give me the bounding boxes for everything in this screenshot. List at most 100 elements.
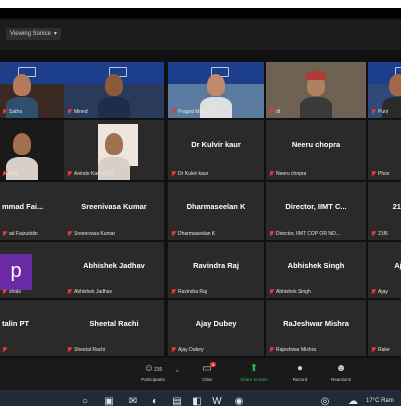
muted-mic-icon [371, 109, 376, 115]
participant-label: Director, IIMT COP OR NO... [269, 231, 340, 237]
search-icon[interactable]: ○ [78, 396, 92, 406]
edge-browser-icon[interactable]: ◐ [148, 396, 162, 406]
participant-tile[interactable]: Aj Ajay [368, 242, 401, 298]
participant-label: Neeru chopra [269, 171, 306, 177]
person-head [207, 74, 225, 97]
participant-tile[interactable]: RaJeshwar Mishra Rajeshwar Mishra [266, 300, 366, 356]
chat-button[interactable]: ▭ 6 Chat [190, 362, 224, 388]
mail-icon[interactable]: ✉ [126, 396, 140, 406]
participant-label: Phos [371, 171, 389, 177]
participant-tile[interactable]: Ajay Dubey Ajay Dubey [168, 300, 264, 356]
participant-label: Rake [371, 347, 390, 353]
muted-mic-icon [269, 171, 274, 177]
participant-tile[interactable]: Anindo Kaur DCR [64, 120, 164, 180]
participants-button[interactable]: ☺235 Participants [136, 364, 170, 388]
chrome-icon[interactable]: ◎ [318, 396, 332, 406]
participant-tile[interactable]: Phos [368, 120, 401, 180]
record-label: Record [292, 377, 308, 382]
participant-tile[interactable]: Neeru chopra Neeru chopra [266, 120, 366, 180]
participant-label [2, 347, 9, 353]
windows-taskbar: ○ ▣ ✉ ◐ ▤ ◧ W ◉ ◎ ☁ 17°C Ram [0, 390, 401, 406]
muted-mic-icon [269, 347, 274, 353]
participant-tile[interactable]: Mined [64, 62, 164, 118]
participant-tile[interactable]: Abhishek Jadhav Abhishek Jadhav [64, 242, 164, 298]
person-head [105, 133, 123, 156]
participant-label: Anindo Kaur DCR [67, 171, 114, 177]
participant-tile[interactable]: p shala [0, 242, 64, 298]
chat-icon: ▭ [202, 363, 212, 374]
muted-mic-icon [269, 231, 274, 237]
participant-tile[interactable]: kaur [0, 120, 64, 180]
muted-mic-icon [2, 289, 7, 295]
muted-mic-icon [371, 289, 376, 295]
participant-tile[interactable]: Prageti Mahan [168, 62, 264, 118]
chat-label: Chat [202, 377, 212, 382]
participant-label: Mined [67, 109, 88, 115]
chevron-up-icon[interactable]: ^ [176, 370, 179, 376]
muted-mic-icon [269, 109, 274, 115]
person-head [13, 133, 31, 156]
participant-tile[interactable]: Director, IIMT C... Director, IIMT COP OR… [266, 182, 366, 240]
participant-label: Sreenivasa Kumar [67, 231, 115, 237]
muted-mic-icon [269, 289, 274, 295]
participant-label: 21f6 [371, 231, 388, 237]
participant-label: ad Faizuddin [2, 231, 38, 237]
participant-tile[interactable]: Satha [0, 62, 64, 118]
participant-tile[interactable]: Abhishek Singh Abhishek Singh [266, 242, 366, 298]
muted-mic-icon [171, 231, 176, 237]
person-head [13, 74, 31, 97]
muted-mic-icon [67, 171, 72, 177]
photo-frame: Viewing Sonice ▾ Satha Mined Prageti Mahan… [0, 0, 401, 406]
participant-label-text: Ravindra Raj [178, 289, 207, 295]
participant-label-text: Neeru chopra [276, 171, 307, 177]
store-icon[interactable]: ◧ [190, 396, 204, 406]
participant-tile[interactable]: talin PT [0, 300, 64, 356]
participant-tile[interactable]: dt [266, 62, 366, 118]
task-view-icon[interactable]: ▣ [102, 396, 116, 406]
participant-tile[interactable]: Rake [368, 300, 401, 356]
view-mode-dropdown[interactable]: Viewing Sonice ▾ [6, 28, 61, 40]
word-icon[interactable]: W [210, 396, 224, 406]
participant-name: Abhishek Singh [287, 261, 345, 271]
participant-label: shala [2, 289, 21, 295]
muted-mic-icon [2, 109, 7, 115]
participant-tile[interactable]: Ravindra Raj Ravindra Raj [168, 242, 264, 298]
participant-name: Aj [394, 261, 401, 271]
participant-label-text: Satha [9, 109, 23, 115]
person-head [105, 74, 123, 97]
meeting-header: Viewing Sonice ▾ [0, 20, 401, 50]
muted-mic-icon [2, 171, 7, 177]
participant-tile[interactable]: Dr Kulvir kaur Dr Kulvir kaur [168, 120, 264, 180]
participant-label-text: Abhishek Jadhav [74, 289, 113, 295]
participant-tile[interactable]: Dharmaseelan K Dharmaseelan K [168, 182, 264, 240]
zoom-app-icon[interactable]: ◉ [232, 396, 246, 406]
participant-label-text: Director, IIMT COP OR NO... [276, 231, 340, 237]
person-body [98, 96, 130, 118]
participant-label: Dr Kulvir kaur [171, 171, 208, 177]
participant-tile[interactable]: Puni [368, 62, 401, 118]
share-screen-button[interactable]: ⬆ Share Screen [237, 364, 271, 388]
participant-label: Ajay Dubey [171, 347, 204, 353]
participant-label-text: Prageti Mahan [178, 109, 211, 115]
reactions-button[interactable]: ☻ Reactions [324, 364, 358, 388]
record-button[interactable]: ● Record [283, 364, 317, 388]
participant-name: Sreenivasa Kumar [81, 201, 147, 211]
participant-tile[interactable]: Sreenivasa Kumar Sreenivasa Kumar [64, 182, 164, 240]
participant-tile[interactable]: mmad Fai... ad Faizuddin [0, 182, 64, 240]
file-explorer-icon[interactable]: ▤ [170, 396, 184, 406]
participant-tile[interactable]: Sheetal Rachi Sheetal Rachi [64, 300, 164, 356]
participant-label: Sheetal Rachi [67, 347, 105, 353]
participant-label-text: Rajeshwar Mishra [276, 347, 317, 353]
participant-label: Ajay [371, 289, 388, 295]
participant-tile[interactable]: 21f 21f6 [368, 182, 401, 240]
participants-label: Participants [141, 377, 165, 382]
participant-name: Ajay Dubey [195, 319, 237, 329]
chevron-down-icon: ▾ [53, 31, 57, 37]
window-top-edge [0, 8, 401, 18]
cloud-icon: ☁ [348, 396, 358, 406]
participant-label: kaur [2, 171, 19, 177]
participant-name: RaJeshwar Mishra [283, 319, 349, 329]
participant-name: 21f [392, 201, 401, 211]
meeting-controls: ☺235 Participants ^ ▭ 6 Chat ⬆ Share Scr… [0, 358, 401, 390]
participant-label: Rajeshwar Mishra [269, 347, 316, 353]
